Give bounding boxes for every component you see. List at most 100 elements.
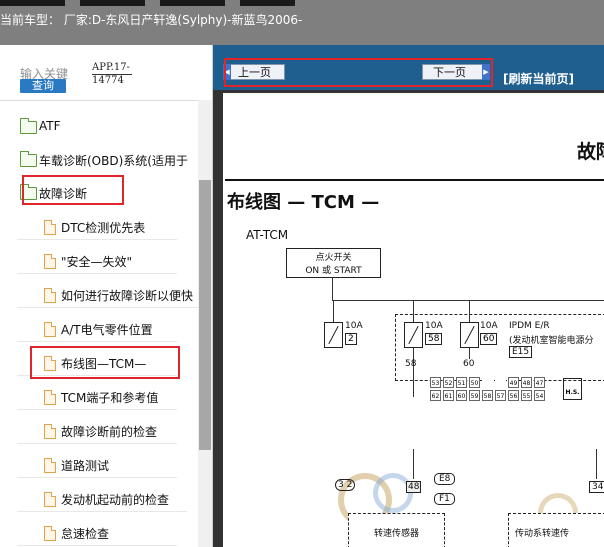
fuse1-number: 2 [345, 333, 357, 345]
tree-item-label: ATF [39, 119, 61, 133]
highlight-box-nav [224, 58, 493, 87]
connector-e15: E15 [509, 346, 533, 358]
wire [413, 347, 414, 397]
wire [469, 347, 470, 359]
diagram-title: AT-TCM [246, 228, 289, 242]
document-icon [44, 288, 56, 303]
tree-doc-idle-check[interactable]: 怠速检查 [17, 521, 177, 546]
ipdm-title: IPDM E/R [509, 321, 550, 331]
tree-item-label: 怠速检查 [61, 527, 110, 541]
document-icon [44, 254, 56, 269]
connector-pin-cell: 52 [443, 377, 454, 388]
fuse2-number: 58 [425, 333, 443, 345]
search-area: 输入关键 查询 APP.17- 14774 [0, 45, 212, 101]
highlight-box-diagnosis [22, 175, 124, 205]
app-code-line1: APP.17- [92, 62, 130, 73]
tree-item-label: 故障诊断前的检查 [61, 425, 158, 439]
header-rule [225, 179, 604, 181]
connector-pin-cell: 51 [456, 377, 467, 388]
document-page: 故障 布线图 — TCM — AT-TCM 点火开关 ON 或 START 10… [223, 93, 604, 547]
connector-pin-cell [495, 377, 506, 388]
tree-doc-how-to-diagnose[interactable]: 如何进行故障诊断以便快 [17, 283, 198, 308]
tree-folder-atf[interactable]: ATF [0, 115, 196, 139]
connector-pin-cell [482, 377, 493, 388]
connector-pin-cell: 61 [443, 390, 454, 401]
drivetrain-sensor-label: 传动系转速传 [515, 529, 570, 539]
folder-icon [20, 151, 37, 167]
tree-doc-at-parts-location[interactable]: A/T电气零件位置 [17, 317, 177, 342]
sidebar-scrollbar-thumb[interactable] [199, 180, 211, 450]
ipdm-subtitle: (发动机室智能电源分 [509, 336, 594, 346]
connector-pin-cell: 47 [534, 377, 545, 388]
section-title: 布线图 — TCM — [227, 192, 380, 213]
connector-pin-cell: 53 [430, 377, 441, 388]
current-model-title: 当前车型： 厂家:D-东风日产轩逸(Sylphy)-新蓝鸟2006- [0, 13, 303, 27]
fuse3-number: 60 [480, 333, 498, 345]
tree-item-label: 车载诊断(OBD)系统(适用于 [39, 154, 188, 168]
tree-doc-road-test[interactable]: 道路测试 [17, 453, 177, 478]
ignition-state: ON 或 START [305, 266, 362, 276]
tree-folder-obd[interactable]: 车载诊断(OBD)系统(适用于 [0, 148, 196, 172]
app-code-line2: 14774 [92, 75, 124, 86]
document-icon [44, 492, 56, 507]
tree-item-label: 道路测试 [61, 459, 110, 473]
fuse-icon [404, 322, 423, 348]
fuse-icon [324, 322, 343, 348]
document-icon [44, 424, 56, 439]
document-icon [44, 220, 56, 235]
ignition-switch-box: 点火开关 ON 或 START [286, 248, 381, 278]
fuse2-amp: 10A [425, 321, 443, 331]
tree-item-label: 发动机起动前的检查 [61, 493, 170, 507]
connector-3-2: 3 2 [335, 479, 356, 491]
top-strip-block [160, 0, 225, 6]
wire [413, 300, 414, 322]
tree-item-label: A/T电气零件位置 [61, 323, 153, 337]
wire-number-58: 58 [405, 359, 417, 369]
connector-e8: E8 [434, 473, 456, 485]
top-strip-block [80, 0, 145, 6]
folder-icon [20, 118, 37, 134]
connector-pin-cell: 54 [534, 390, 545, 401]
fuse1-amp: 10A [345, 321, 363, 331]
document-icon [44, 526, 56, 541]
tree-doc-pre-check[interactable]: 故障诊断前的检查 [17, 419, 177, 444]
tree-doc-fail-safe[interactable]: "安全—失效" [17, 249, 177, 274]
wire [333, 300, 334, 322]
drivetrain-sensor-box: 传动系转速传 [508, 513, 604, 547]
wire-number-60: 60 [463, 359, 475, 369]
top-strip-block [0, 0, 65, 6]
ignition-label: 点火开关 [315, 253, 352, 263]
wire [469, 300, 470, 322]
hs-symbol: H.S. [563, 378, 582, 400]
connector-grid: 53 52 51 50 49 48 47 62 61 60 59 58 57 56 55 54 [430, 377, 546, 401]
tree-item-label: TCM端子和参考值 [61, 391, 159, 405]
tree-item-label: DTC检测优先表 [61, 221, 146, 235]
document-viewer: ◀ 上一页 下一页 ▶ [刷新当前页] 故障 布线图 — TCM — AT-TC… [213, 45, 604, 547]
connector-pin-cell: 57 [495, 390, 506, 401]
page-header-title: 故障 [577, 141, 604, 163]
document-icon [44, 390, 56, 405]
document-icon [44, 322, 56, 337]
query-button[interactable]: 查询 [20, 79, 66, 93]
tree-doc-tcm-terminals[interactable]: TCM端子和参考值 [17, 385, 177, 410]
tree-item-label: "安全—失效" [61, 255, 133, 269]
wire [596, 449, 597, 479]
highlight-box-wiring [30, 346, 180, 379]
connector-pin-cell: 49 [508, 377, 519, 388]
fuse3-amp: 10A [480, 321, 498, 331]
fuse-icon [460, 322, 479, 348]
watermark-logo [373, 473, 413, 513]
speed-sensor-box: 转速传感器 [348, 513, 445, 547]
connector-48: 48 [406, 481, 422, 493]
tree-doc-pre-start-check[interactable]: 发动机起动前的检查 [17, 487, 187, 512]
speed-sensor-label: 转速传感器 [373, 529, 419, 539]
connector-pin-cell: 58 [482, 390, 493, 401]
connector-pin-cell: 59 [469, 390, 480, 401]
wire [332, 277, 333, 301]
connector-pin-cell: 62 [430, 390, 441, 401]
refresh-link[interactable]: [刷新当前页] [503, 70, 574, 87]
connector-pin-cell: 55 [521, 390, 532, 401]
connector-pin-cell: 60 [456, 390, 467, 401]
tree-doc-dtc-priority[interactable]: DTC检测优先表 [17, 215, 177, 240]
wire [413, 449, 414, 479]
